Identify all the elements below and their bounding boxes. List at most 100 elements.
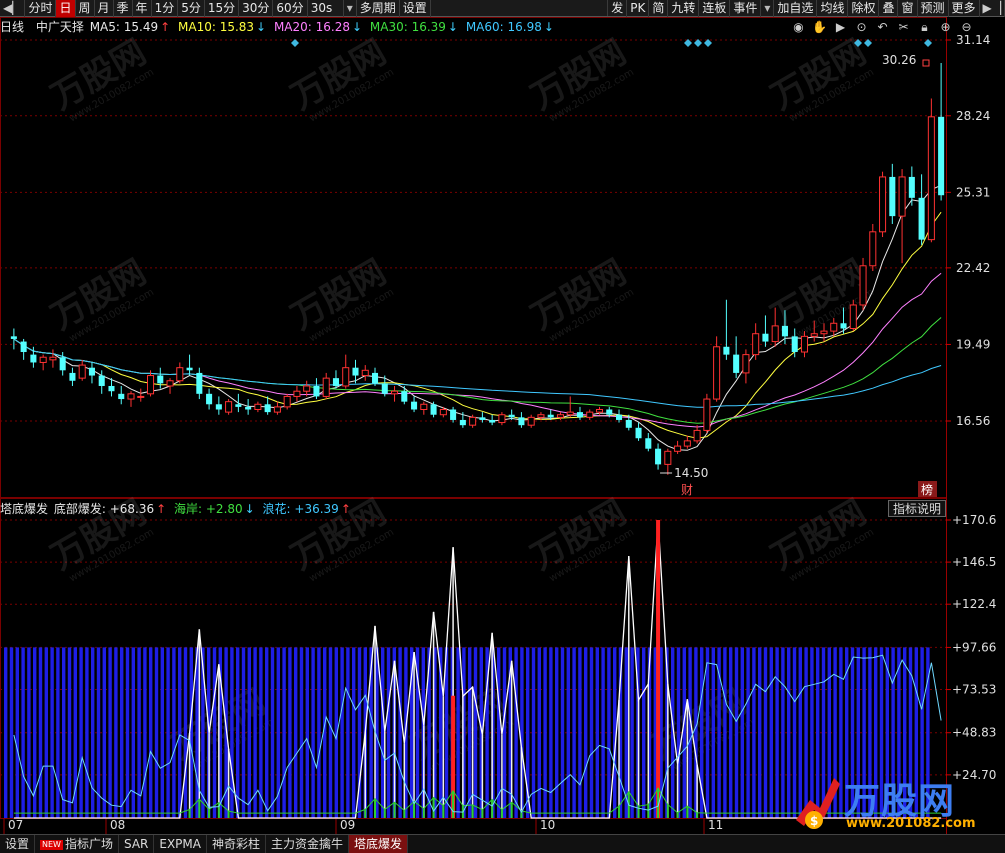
candle-body — [527, 416, 535, 426]
indicator-bar — [328, 647, 333, 818]
candle-body — [235, 404, 242, 407]
indicator-bar — [44, 647, 48, 818]
indicator-axis-label: +97.66 — [952, 640, 996, 654]
indicator-bar — [183, 647, 188, 818]
indicator-bar — [595, 647, 599, 818]
indicator-bar — [340, 647, 344, 818]
tab-main-capital[interactable]: 主力资金擒牛 — [266, 835, 350, 853]
tab-quarter[interactable]: 季 — [114, 0, 133, 17]
btn-fa[interactable]: 发 — [608, 0, 628, 17]
eye-icon[interactable]: ◉ — [790, 19, 807, 35]
indicator-bar — [381, 647, 385, 818]
indicator-bar — [67, 647, 72, 818]
indicator-bar — [149, 647, 153, 818]
toolbar-spacer — [431, 0, 609, 16]
logo-url: www.201082.com — [846, 816, 976, 831]
dropdown-arrow-icon[interactable]: ▾ — [344, 0, 357, 17]
indicator-bar — [259, 647, 263, 818]
candle-body — [918, 197, 925, 240]
tab-5min[interactable]: 5分 — [178, 0, 205, 17]
indicator-bar — [102, 647, 106, 818]
candle-body — [469, 416, 477, 426]
btn-events[interactable]: 事件 — [730, 0, 762, 17]
target-icon[interactable]: ⊙ — [853, 19, 870, 35]
tab-settings-bottom[interactable]: 设置 — [0, 835, 36, 853]
ma5-value: MA5: 15.49 ↑ — [89, 20, 171, 34]
btn-add-watchlist[interactable]: 加自选 — [774, 0, 818, 17]
candle-body — [391, 390, 399, 395]
candle-body — [693, 429, 701, 442]
tab-day[interactable]: 日 — [56, 0, 76, 17]
undo-icon[interactable]: ↶ — [874, 19, 891, 35]
indicator-help-button[interactable]: 指标说明 — [888, 500, 946, 517]
candle-body — [361, 369, 369, 377]
btn-more[interactable]: 更多 — [949, 0, 980, 17]
events-dropdown-icon[interactable]: ▾ — [761, 0, 775, 17]
candle-body — [352, 367, 359, 376]
indicator-bar — [56, 647, 60, 818]
toolbar-right-arrow-icon[interactable]: ▶▕ — [980, 0, 1005, 17]
watermark: 万股网www.2010082.com — [45, 32, 156, 124]
tab-tower-bottom[interactable]: 塔底爆发 — [349, 835, 409, 853]
tab-fenshi[interactable]: 分时 — [25, 0, 57, 17]
tab-30min[interactable]: 30分 — [239, 0, 274, 17]
indicator-axis-label: +48.83 — [952, 726, 996, 740]
btn-exright[interactable]: 除权 — [848, 0, 880, 17]
btn-ma[interactable]: 均线 — [817, 0, 849, 17]
btn-window[interactable]: 窗 — [898, 0, 918, 17]
candle-body — [293, 390, 301, 397]
zoom-out-icon[interactable]: ⊖ — [958, 19, 975, 35]
btn-forecast[interactable]: 预测 — [918, 0, 949, 17]
candle-body — [791, 336, 798, 353]
indicator-bar — [734, 647, 739, 818]
zoom-in-icon[interactable]: ⊕ — [937, 19, 954, 35]
candle-body — [518, 417, 525, 426]
indicator-bar — [230, 647, 234, 818]
tab-60min[interactable]: 60分 — [273, 0, 308, 17]
candle-body — [420, 403, 428, 411]
tab-15min[interactable]: 15分 — [205, 0, 240, 17]
indicator-bar — [120, 647, 124, 818]
indicator-bar — [468, 647, 472, 818]
indicator-bar — [601, 647, 605, 818]
btn-pk[interactable]: PK — [627, 0, 650, 17]
tab-week[interactable]: 周 — [76, 0, 95, 17]
new-badge: NEW — [40, 840, 63, 850]
tab-indicator-square[interactable]: NEW 指标广场 — [35, 835, 119, 853]
candle-body — [489, 419, 496, 423]
tab-settings[interactable]: 设置 — [400, 0, 431, 17]
tab-multi-period[interactable]: 多周期 — [357, 0, 400, 17]
btn-jian[interactable]: 简 — [649, 0, 669, 17]
watermark: 万股网www.2010082.com — [45, 252, 156, 344]
tab-magic-bar[interactable]: 神奇彩柱 — [207, 835, 266, 853]
candle-body — [908, 176, 915, 198]
play-icon[interactable]: ▶ — [832, 19, 849, 35]
candle-body — [371, 372, 379, 384]
btn-overlay[interactable]: 叠 — [879, 0, 899, 17]
indicator-value-wave: 浪花: +36.39 ↑ — [262, 502, 351, 516]
candle-body — [430, 404, 437, 415]
tab-month[interactable]: 月 — [95, 0, 114, 17]
toolbar-left-arrow-icon[interactable]: ◀▏ — [0, 0, 26, 17]
tab-sar[interactable]: SAR — [119, 835, 155, 853]
hand-icon[interactable]: ✋ — [811, 19, 828, 35]
indicator-bar — [73, 647, 77, 818]
indicator-red-bar — [656, 520, 661, 818]
candle-body — [439, 409, 447, 416]
scissors-icon[interactable]: ✂ — [895, 19, 912, 35]
btn-lianban[interactable]: 连板 — [699, 0, 731, 17]
candle-body — [645, 438, 652, 449]
tab-year[interactable]: 年 — [133, 0, 152, 17]
indicator-bar — [566, 647, 570, 818]
candle-body — [840, 323, 847, 329]
btn-jiuzhuan[interactable]: 九转 — [668, 0, 700, 17]
indicator-bar — [352, 647, 356, 818]
candle-body — [118, 393, 125, 400]
x-axis-label: 11 — [708, 818, 723, 832]
candle-body — [196, 372, 203, 394]
tab-30s[interactable]: 30s — [308, 0, 344, 17]
lock-icon[interactable]: 🔒︎ — [916, 19, 933, 35]
tab-expma[interactable]: EXPMA — [154, 835, 207, 853]
candle-body — [88, 367, 95, 376]
tab-1min[interactable]: 1分 — [152, 0, 179, 17]
